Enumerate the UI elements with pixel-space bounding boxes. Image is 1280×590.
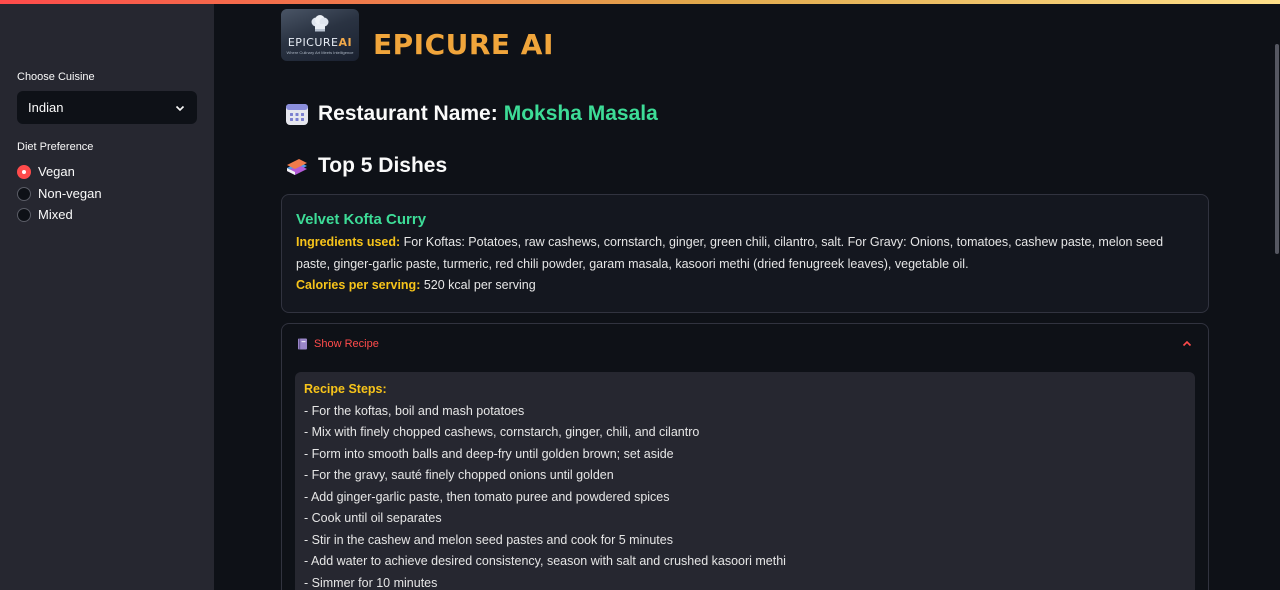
chef-hat-icon (311, 15, 329, 32)
recipe-step: - Add ginger-garlic paste, then tomato p… (304, 489, 670, 504)
restaurant-name: Moksha Masala (503, 102, 658, 125)
main-content: EPICUREAI Where Culinary Art Meets Intel… (214, 4, 1280, 590)
restaurant-label: Restaurant Name: (318, 102, 498, 125)
dish-ingredients: Ingredients used: For Koftas: Potatoes, … (296, 232, 1194, 275)
recipe-step: - Simmer for 10 minutes (304, 575, 438, 590)
calendar-icon (286, 104, 308, 125)
app-logo: EPICUREAI Where Culinary Art Meets Intel… (281, 9, 359, 61)
recipe-step: - Form into smooth balls and deep-fry un… (304, 446, 674, 461)
dish-card: Velvet Kofta Curry Ingredients used: For… (281, 194, 1209, 313)
recipe-steps-box: Recipe Steps: - For the koftas, boil and… (295, 372, 1195, 590)
radio-unselected-icon[interactable] (17, 186, 31, 201)
chevron-up-icon[interactable] (1181, 338, 1193, 350)
dish-name: Velvet Kofta Curry (296, 211, 427, 228)
recipe-step: - For the gravy, sauté finely chopped on… (304, 468, 614, 482)
dish-calories: Calories per serving: 520 kcal per servi… (296, 275, 1194, 297)
radio-unselected-icon[interactable] (17, 207, 31, 222)
diet-option-mixed[interactable]: Mixed (17, 207, 73, 222)
recipe-expander: Show Recipe Recipe Steps: - For the koft… (281, 323, 1209, 590)
logo-text: EPICUREAI (287, 36, 353, 49)
show-recipe-toggle[interactable]: Show Recipe (282, 324, 1208, 364)
ingredients-text: For Koftas: Potatoes, raw cashews, corns… (296, 235, 1164, 271)
cuisine-label: Choose Cuisine (17, 71, 95, 83)
dishes-heading: Top 5 Dishes (285, 154, 447, 178)
recipe-step: - Mix with finely chopped cashews, corns… (304, 425, 700, 439)
recipe-step: - Stir in the cashew and melon seed past… (304, 532, 673, 547)
recipe-step: - For the koftas, boil and mash potatoes (304, 403, 525, 418)
logo-tagline: Where Culinary Art Meets Intelligence (286, 50, 354, 55)
dishes-heading-text: Top 5 Dishes (318, 154, 448, 177)
cuisine-select-value: Indian (28, 100, 64, 115)
diet-option-label: Mixed (38, 207, 73, 222)
restaurant-heading: Restaurant Name: Moksha Masala (285, 102, 658, 126)
ingredients-label: Ingredients used: (296, 235, 401, 249)
diet-option-vegan[interactable]: Vegan (17, 164, 75, 179)
app-title: EPICURE AI (373, 28, 554, 61)
show-recipe-label: Show Recipe (314, 338, 379, 350)
recipe-steps-label: Recipe Steps: (304, 382, 387, 396)
sidebar: Choose Cuisine Indian Diet Preference Ve… (0, 4, 214, 590)
radio-selected-icon[interactable] (17, 164, 31, 179)
recipe-step: - Add water to achieve desired consisten… (304, 554, 786, 568)
chevron-down-icon (175, 105, 185, 111)
diet-option-label: Vegan (38, 164, 75, 179)
notebook-icon (298, 338, 307, 350)
recipe-step: - Cook until oil separates (304, 511, 442, 525)
calories-label: Calories per serving: (296, 278, 421, 292)
scrollbar-thumb[interactable] (1275, 44, 1279, 254)
books-icon (287, 159, 307, 175)
calories-text: 520 kcal per serving (423, 278, 536, 292)
diet-label: Diet Preference (17, 141, 94, 153)
cuisine-select[interactable]: Indian (17, 91, 197, 124)
diet-option-non-vegan[interactable]: Non-vegan (17, 186, 102, 201)
diet-option-label: Non-vegan (38, 186, 102, 201)
